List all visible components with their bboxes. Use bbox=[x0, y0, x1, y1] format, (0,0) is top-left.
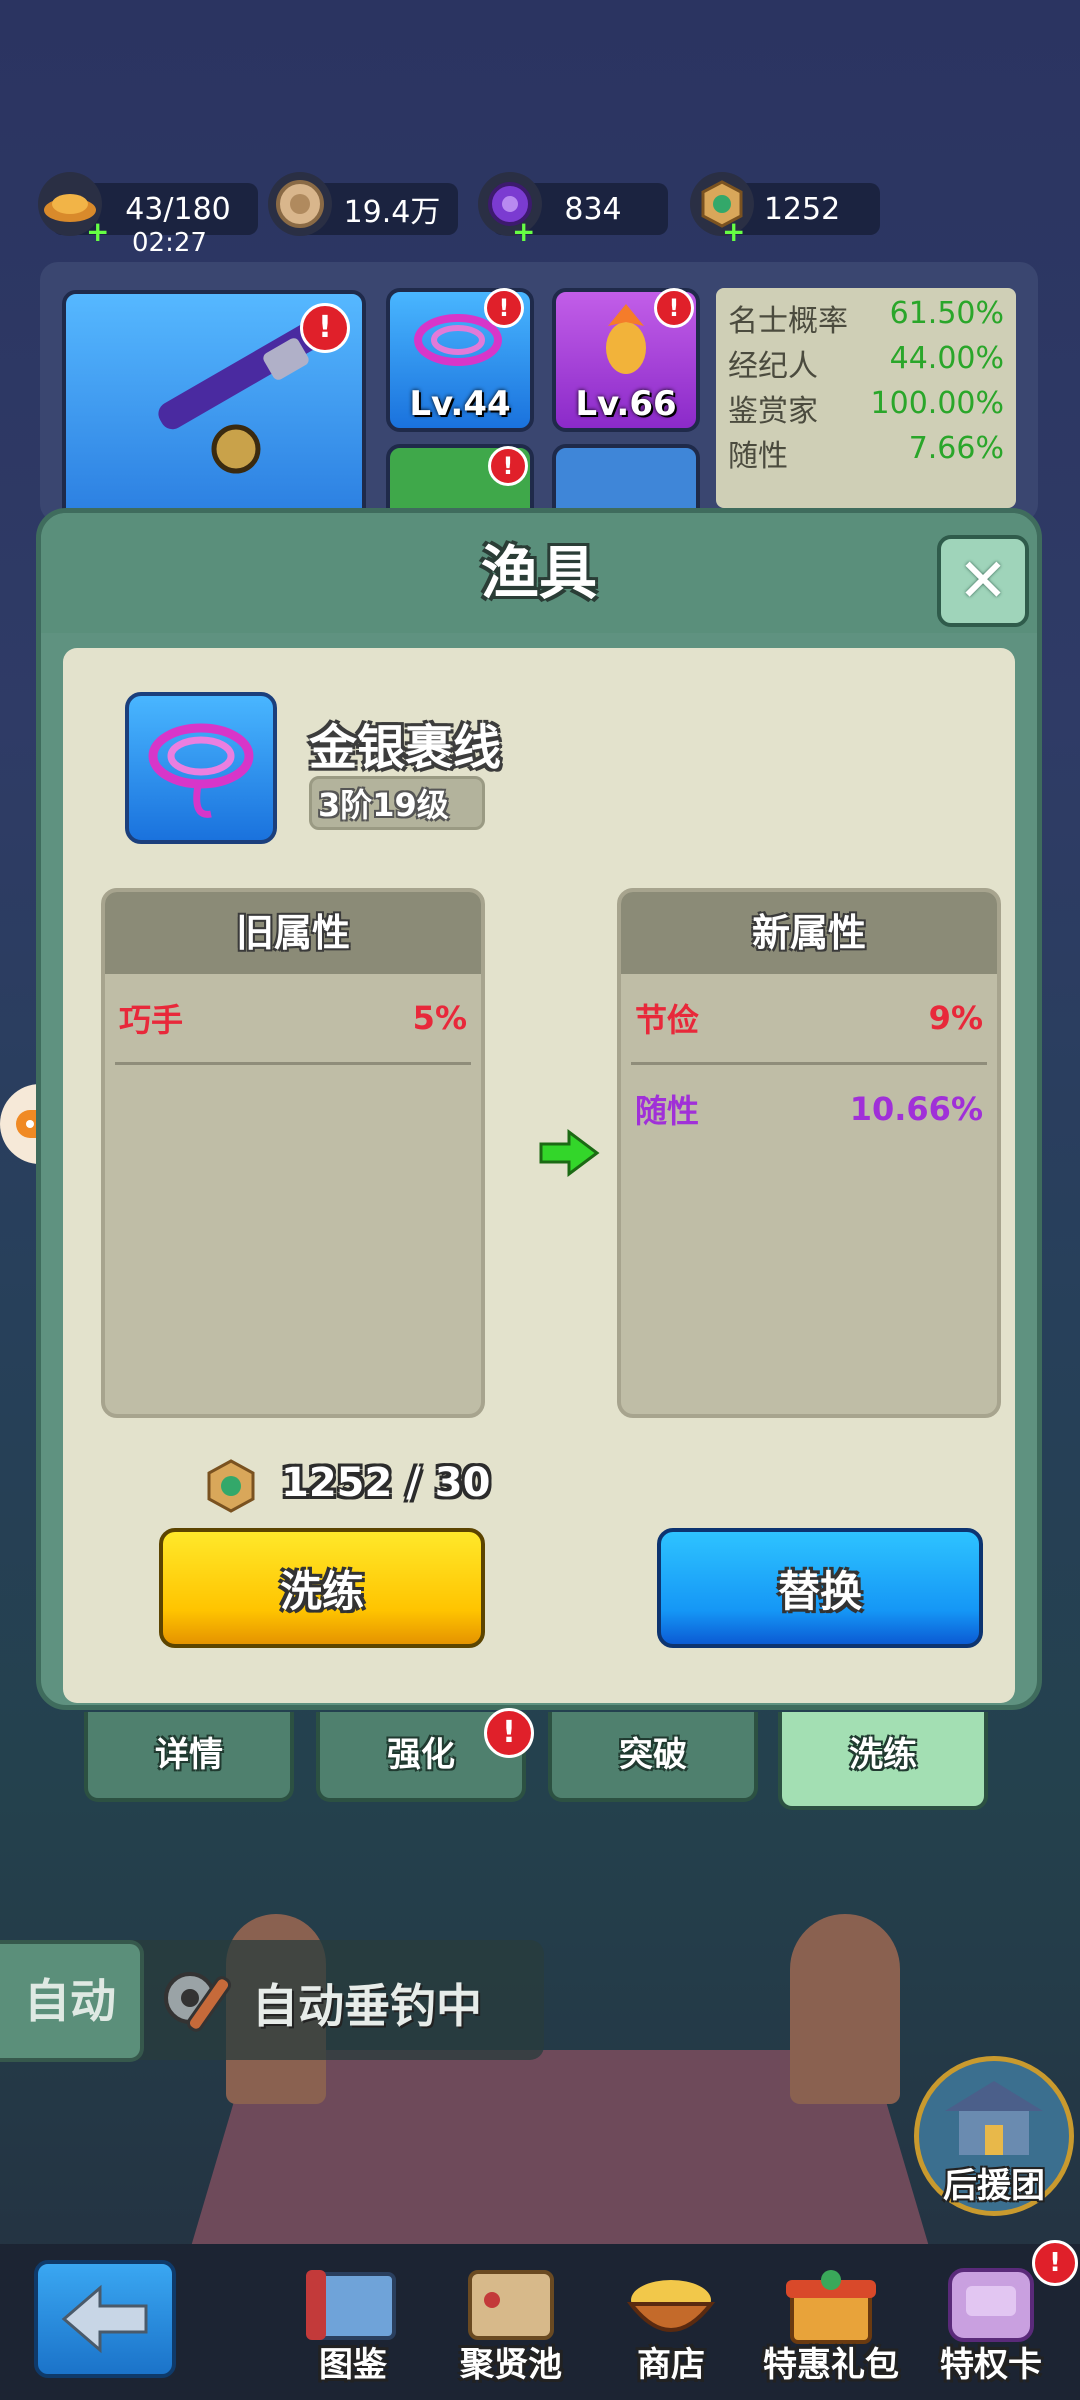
coin-value: 19.4万 bbox=[343, 195, 441, 230]
stats-panel: 名士概率 61.50% 经纪人 44.00% 鉴赏家 100.00% 随性 7.66% bbox=[716, 288, 1016, 508]
nav-label: 图鉴 bbox=[319, 2345, 387, 2385]
old-attributes-panel: 旧属性 巧手 5% bbox=[101, 888, 485, 1418]
privilege-alert-badge: ! bbox=[1032, 2240, 1078, 2286]
dock-post-right bbox=[790, 1914, 900, 2104]
stat-value: 7.66% bbox=[908, 431, 1004, 466]
modal-header: 渔具 ✕ bbox=[41, 513, 1037, 633]
stat-value: 100.00% bbox=[870, 386, 1004, 421]
attribute-name: 随性 bbox=[635, 1092, 700, 1130]
refine-cost: 1252 / 30 bbox=[281, 1460, 491, 1506]
stat-name: 经纪人 bbox=[728, 349, 818, 384]
nav-label: 特权卡 bbox=[940, 2345, 1042, 2385]
attribute-value: 5% bbox=[412, 999, 467, 1037]
stat-row: 名士概率 61.50% bbox=[728, 296, 1004, 341]
attribute-name: 巧手 bbox=[119, 1001, 184, 1039]
arrow-right-icon bbox=[539, 1129, 600, 1177]
support-team-label: 后援团 bbox=[943, 2166, 1045, 2206]
float-level: Lv.66 bbox=[575, 384, 677, 424]
gear-modal: 渔具 ✕ 金银裹线 3阶19级 旧属性 巧手 5% 新属性 节俭 9% 随性 1… bbox=[36, 508, 1042, 1710]
replace-button[interactable]: 替换 bbox=[657, 1528, 983, 1648]
modal-title: 渔具 bbox=[480, 539, 597, 607]
auto-button[interactable]: 自动 bbox=[0, 1940, 144, 2062]
support-team-button[interactable]: 后援团 bbox=[914, 2056, 1074, 2216]
nav-label: 特惠礼包 bbox=[763, 2345, 899, 2385]
nav-label: 聚贤池 bbox=[460, 2345, 562, 2385]
line-spool-icon bbox=[148, 723, 254, 818]
old-attribute-row: 巧手 5% bbox=[115, 974, 471, 1065]
jade-token-icon bbox=[207, 1459, 255, 1513]
coin-icon bbox=[268, 172, 332, 236]
stat-row: 鉴赏家 100.00% bbox=[728, 386, 1004, 431]
stat-value: 61.50% bbox=[889, 296, 1004, 331]
stamina-timer: 02:27 bbox=[132, 228, 207, 258]
temple-icon bbox=[945, 2081, 1043, 2155]
item-name: 金银裹线 bbox=[309, 720, 502, 776]
new-attribute-row: 节俭 9% bbox=[631, 974, 987, 1065]
stat-row: 经纪人 44.00% bbox=[728, 341, 1004, 386]
rod-alert-badge: ! bbox=[300, 303, 350, 353]
modal-body: 金银裹线 3阶19级 旧属性 巧手 5% 新属性 节俭 9% 随性 10.66%… bbox=[63, 648, 1015, 1703]
new-attribute-row: 随性 10.66% bbox=[631, 1065, 987, 1153]
hook-alert-badge: ! bbox=[488, 446, 528, 486]
old-attributes-title: 旧属性 bbox=[105, 892, 481, 974]
attribute-name: 节俭 bbox=[635, 1001, 700, 1039]
attribute-value: 10.66% bbox=[849, 1090, 983, 1128]
item-tier-badge: 3阶19级 bbox=[309, 776, 485, 830]
line-level: Lv.44 bbox=[409, 384, 511, 424]
stat-name: 名士概率 bbox=[728, 304, 848, 339]
close-button[interactable]: ✕ bbox=[937, 535, 1029, 627]
nav-recruit-pool[interactable]: 聚贤池 bbox=[436, 2252, 586, 2392]
nav-special-pack[interactable]: 特惠礼包 bbox=[756, 2252, 906, 2392]
nav-label: 商店 bbox=[637, 2345, 705, 2385]
refine-button[interactable]: 洗练 bbox=[159, 1528, 485, 1648]
line-alert-badge: ! bbox=[484, 288, 524, 328]
stat-name: 鉴赏家 bbox=[728, 394, 818, 429]
back-arrow-icon bbox=[61, 2284, 148, 2354]
tab-details[interactable]: 详情 bbox=[84, 1712, 294, 1802]
new-attributes-title: 新属性 bbox=[621, 892, 997, 974]
back-button[interactable] bbox=[34, 2260, 176, 2378]
gem-value: 834 bbox=[564, 191, 622, 227]
tab-refine[interactable]: 洗练 bbox=[778, 1712, 988, 1810]
attribute-value: 9% bbox=[928, 999, 983, 1037]
stat-value: 44.00% bbox=[889, 341, 1004, 376]
auto-fishing-status: 自动垂钓中 bbox=[252, 1979, 482, 2033]
float-alert-badge: ! bbox=[654, 288, 694, 328]
token-value: 1252 bbox=[763, 191, 841, 227]
tab-breakthrough[interactable]: 突破 bbox=[548, 1712, 758, 1802]
add-token-icon[interactable]: + bbox=[722, 218, 745, 246]
stat-row: 随性 7.66% bbox=[728, 431, 1004, 476]
gear-wrench-icon bbox=[164, 1972, 232, 2032]
stat-name: 随性 bbox=[728, 439, 788, 474]
item-icon-frame bbox=[125, 692, 277, 844]
add-stamina-icon[interactable]: + bbox=[86, 218, 109, 246]
stamina-value: 43/180 bbox=[125, 191, 231, 227]
add-gem-icon[interactable]: + bbox=[512, 218, 535, 246]
nav-shop[interactable]: 商店 bbox=[596, 2252, 746, 2392]
nav-encyclopedia[interactable]: 图鉴 bbox=[278, 2252, 428, 2392]
close-icon: ✕ bbox=[957, 546, 1009, 616]
new-attributes-panel: 新属性 节俭 9% 随性 10.66% bbox=[617, 888, 1001, 1418]
enhance-alert-badge: ! bbox=[484, 1708, 534, 1758]
